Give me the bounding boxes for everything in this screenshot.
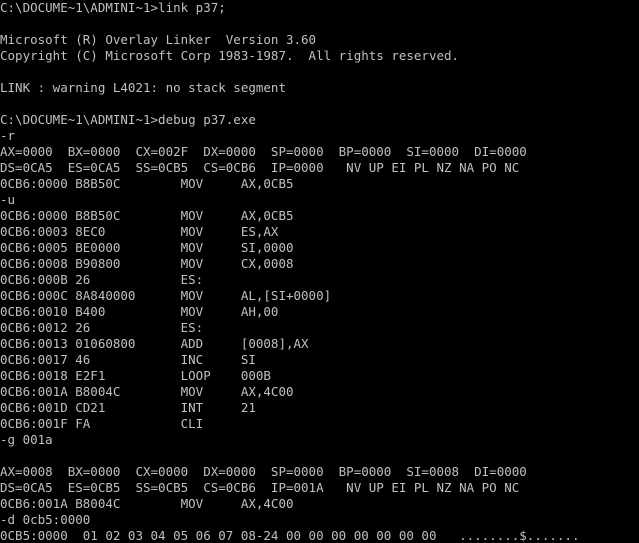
console-line: 0CB6:001D CD21 INT 21 [0,400,256,415]
console-line: AX=0000 BX=0000 CX=002F DX=0000 SP=0000 … [0,144,527,159]
console-line: -d 0cb5:0000 [0,512,91,527]
console-line: 0CB6:0003 8EC0 MOV ES,AX [0,224,279,239]
console-line: Copyright (C) Microsoft Corp 1983-1987. … [0,48,460,63]
console-line: 0CB6:0012 26 ES: [0,320,204,335]
console-line: C:\DOCUME~1\ADMINI~1>debug p37.exe [0,112,256,127]
console-window[interactable]: C:\DOCUME~1\ADMINI~1>link p37; Microsoft… [0,0,639,543]
console-line: 0CB5:0000 01 02 03 04 05 06 07 08-24 00 … [0,528,580,543]
console-line: 0CB6:001A B8004C MOV AX,4C00 [0,496,294,511]
console-line: C:\DOCUME~1\ADMINI~1>link p37; [0,0,226,15]
console-line: -u [0,192,16,207]
console-line: 0CB6:001F FA CLI [0,416,204,431]
console-line: 0CB6:001A B8004C MOV AX,4C00 [0,384,294,399]
console-line: 0CB6:0008 B90800 MOV CX,0008 [0,256,294,271]
console-line: 0CB6:0013 01060800 ADD [0008],AX [0,336,309,351]
console-line: AX=0008 BX=0000 CX=0000 DX=0000 SP=0000 … [0,464,527,479]
console-line: LINK : warning L4021: no stack segment [0,80,286,95]
console-line: 0CB6:0005 BE0000 MOV SI,0000 [0,240,294,255]
console-line: 0CB6:0000 B8B50C MOV AX,0CB5 [0,176,294,191]
console-line: DS=0CA5 ES=0CB5 SS=0CB5 CS=0CB6 IP=001A … [0,480,520,495]
console-line: -r [0,128,16,143]
console-line: Microsoft (R) Overlay Linker Version 3.6… [0,32,317,47]
console-line: 0CB6:0018 E2F1 LOOP 000B [0,368,271,383]
console-line: 0CB6:0000 B8B50C MOV AX,0CB5 [0,208,294,223]
console-line: DS=0CA5 ES=0CA5 SS=0CB5 CS=0CB6 IP=0000 … [0,160,520,175]
console-line: 0CB6:000C 8A840000 MOV AL,[SI+0000] [0,288,332,303]
console-line: 0CB6:000B 26 ES: [0,272,204,287]
console-line: -g 001a [0,432,53,447]
console-line: 0CB6:0017 46 INC SI [0,352,256,367]
console-line: 0CB6:0010 B400 MOV AH,00 [0,304,279,319]
